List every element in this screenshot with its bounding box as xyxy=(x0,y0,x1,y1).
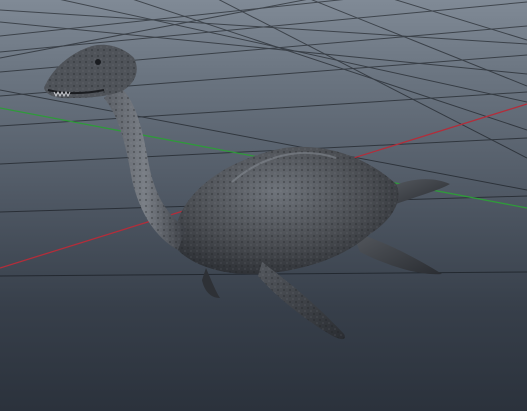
plesiosaur-eye xyxy=(95,59,101,65)
3d-viewport[interactable] xyxy=(0,0,527,411)
rear-flipper-bottom xyxy=(352,232,442,275)
viewport-canvas[interactable] xyxy=(0,0,527,411)
plesiosaur-model[interactable] xyxy=(44,44,450,340)
front-flipper-back xyxy=(202,268,220,298)
